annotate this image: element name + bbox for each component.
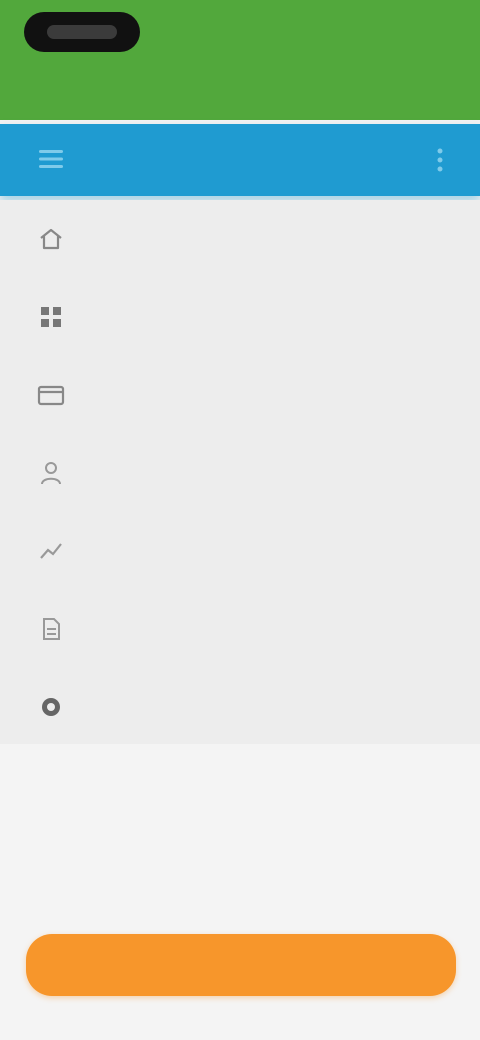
document-icon	[34, 612, 68, 646]
menu-item-5[interactable]	[0, 512, 480, 590]
settings-icon	[34, 690, 68, 724]
header-tabs	[40, 78, 96, 100]
app-logo[interactable]	[24, 12, 140, 52]
toolbar	[0, 124, 480, 196]
trend-icon	[34, 534, 68, 568]
menu-list	[0, 200, 480, 746]
home-icon	[34, 222, 68, 256]
menu-item-3[interactable]	[0, 356, 480, 434]
person-icon	[34, 456, 68, 490]
menu-item-4[interactable]	[0, 434, 480, 512]
menu-icon[interactable]	[36, 144, 66, 174]
more-icon[interactable]	[428, 146, 452, 174]
grid-icon	[34, 300, 68, 334]
menu-item-7[interactable]	[0, 668, 480, 746]
menu-item-6[interactable]	[0, 590, 480, 668]
top-header	[0, 0, 480, 120]
primary-action-button[interactable]	[26, 934, 456, 996]
menu-item-1[interactable]	[0, 200, 480, 278]
card-icon	[34, 378, 68, 412]
menu-item-2[interactable]	[0, 278, 480, 356]
logo-mark	[47, 25, 117, 39]
